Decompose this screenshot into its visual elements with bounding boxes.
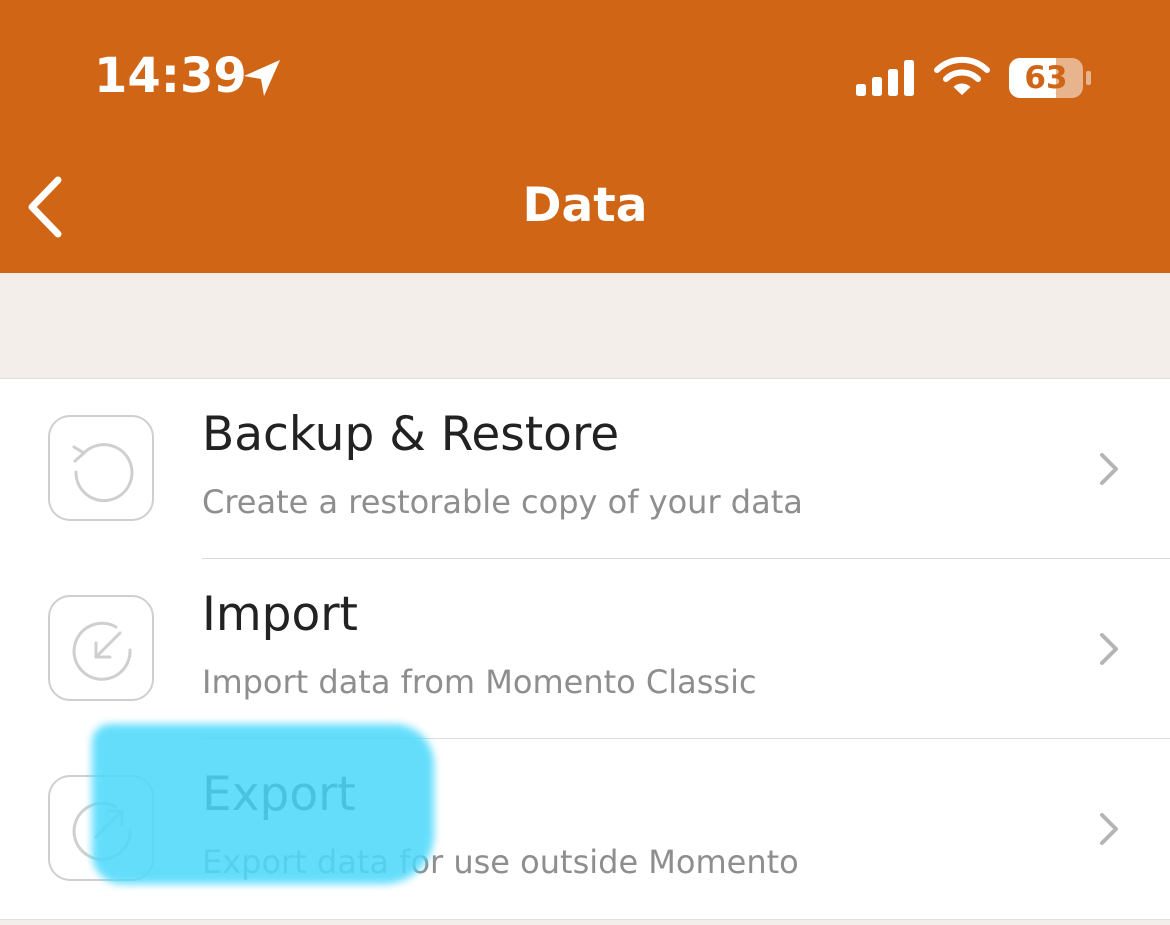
export-icon-box xyxy=(48,775,154,881)
cellular-signal-icon xyxy=(856,60,914,96)
export-row[interactable]: Export Export data for use outside Momen… xyxy=(0,739,1170,919)
import-row[interactable]: Import Import data from Momento Classic xyxy=(0,559,1170,739)
chevron-right-icon xyxy=(1100,453,1118,485)
import-title: Import xyxy=(202,587,358,642)
import-subtitle: Import data from Momento Classic xyxy=(202,663,757,701)
status-time: 14:39 xyxy=(94,48,247,104)
wifi-icon xyxy=(934,56,990,95)
navigation-header: 14:39 63 Data xyxy=(0,0,1170,273)
restore-icon xyxy=(72,443,134,503)
export-icon xyxy=(72,801,132,861)
backup-restore-row[interactable]: Backup & Restore Create a restorable cop… xyxy=(0,379,1170,559)
data-options-list: Backup & Restore Create a restorable cop… xyxy=(0,378,1170,920)
chevron-right-icon xyxy=(1100,633,1118,665)
backup-restore-title: Backup & Restore xyxy=(202,407,620,462)
page-title: Data xyxy=(522,178,648,233)
battery-icon: 63 xyxy=(1009,58,1091,98)
backup-restore-icon-box xyxy=(48,415,154,521)
chevron-right-icon xyxy=(1100,813,1118,845)
import-icon-box xyxy=(48,595,154,701)
battery-level: 63 xyxy=(1024,60,1068,96)
export-subtitle: Export data for use outside Momento xyxy=(202,843,799,881)
location-arrow-icon xyxy=(244,60,280,96)
backup-restore-subtitle: Create a restorable copy of your data xyxy=(202,483,803,521)
import-icon xyxy=(72,621,132,681)
export-title: Export xyxy=(202,767,356,822)
